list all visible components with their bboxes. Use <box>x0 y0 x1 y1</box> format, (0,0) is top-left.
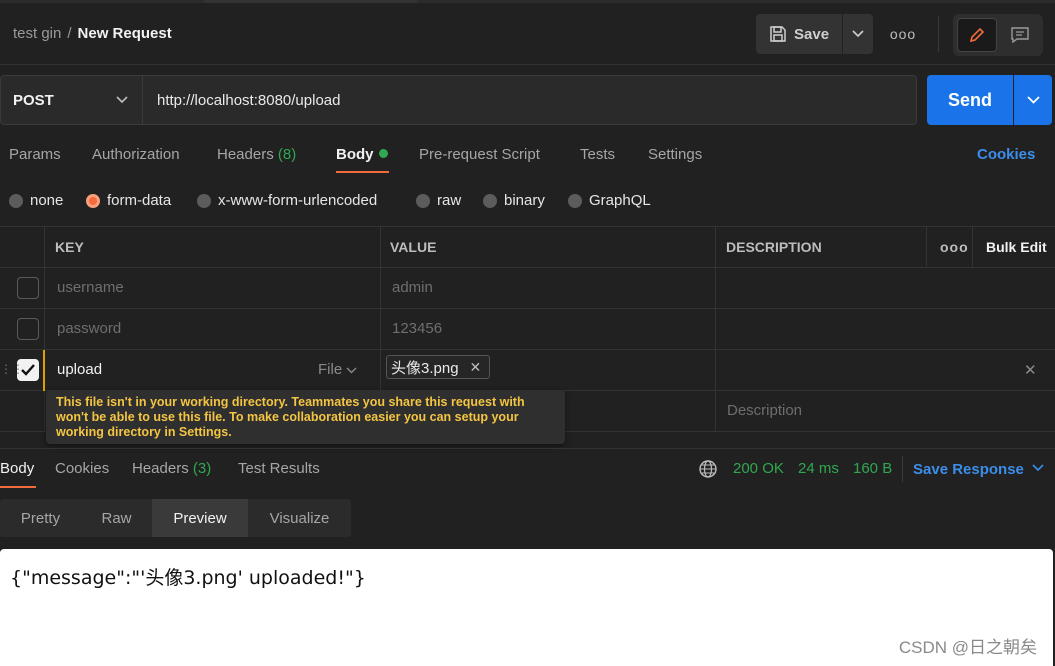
more-actions-button[interactable]: ooo <box>885 14 921 54</box>
tab-body[interactable]: Body <box>336 146 388 163</box>
column-value: VALUE <box>390 239 437 255</box>
response-tab-test-results[interactable]: Test Results <box>238 460 320 477</box>
divider <box>0 448 1055 449</box>
window-top-strip <box>0 0 1055 3</box>
radio-graphql[interactable]: GraphQL <box>568 192 651 209</box>
radio-none[interactable]: none <box>9 192 63 209</box>
chevron-down-icon <box>1026 96 1040 104</box>
response-tab-headers[interactable]: Headers (3) <box>132 460 211 477</box>
status-code[interactable]: 200 OK <box>733 460 784 477</box>
row-enable-checkbox[interactable] <box>17 277 39 299</box>
table-row: username admin <box>0 268 1055 309</box>
value-cell[interactable]: admin <box>392 279 433 296</box>
file-warning-tooltip: This file isn't in your working director… <box>46 390 565 444</box>
watermark: CSDN @日之朝矣 <box>898 638 1037 657</box>
response-tab-cookies[interactable]: Cookies <box>55 460 109 477</box>
tab-tests[interactable]: Tests <box>580 146 615 163</box>
divider <box>938 16 939 52</box>
bulk-edit-button[interactable]: Bulk Edit <box>986 239 1047 255</box>
comment-icon <box>1011 27 1029 43</box>
method-select[interactable]: POST <box>0 75 143 125</box>
radio-x-www-form-urlencoded[interactable]: x-www-form-urlencoded <box>197 192 377 209</box>
value-cell[interactable]: 123456 <box>392 320 442 337</box>
table-more-button[interactable]: ooo <box>940 239 969 255</box>
pencil-icon <box>969 27 985 43</box>
divider <box>972 226 973 268</box>
focus-indicator <box>43 350 45 391</box>
modified-dot <box>378 149 388 158</box>
divider <box>902 456 903 482</box>
table-row: upload File <box>0 350 1055 391</box>
table-row: password 123456 <box>0 309 1055 350</box>
divider <box>926 226 927 268</box>
response-tab-body[interactable]: Body <box>0 460 34 477</box>
delete-row-icon[interactable]: ✕ <box>1024 361 1037 379</box>
response-preview-pane: {"message":"'头像3.png' uploaded!"} CSDN @… <box>0 549 1053 666</box>
active-tab-indicator <box>0 486 36 488</box>
response-time[interactable]: 24 ms <box>798 460 839 477</box>
save-response-button[interactable]: Save Response <box>913 461 1024 478</box>
tab-headers[interactable]: Headers (8) <box>217 146 296 163</box>
view-pretty[interactable]: Pretty <box>0 499 81 537</box>
response-size[interactable]: 160 B <box>853 460 892 477</box>
remove-file-icon[interactable]: ✕ <box>470 359 482 376</box>
key-type-select[interactable]: File <box>318 361 357 378</box>
request-header: test gin / New Request Save ooo <box>0 10 1055 60</box>
radio-raw[interactable]: raw <box>416 192 461 209</box>
globe-icon[interactable] <box>698 459 718 479</box>
tab-params[interactable]: Params <box>9 146 61 163</box>
breadcrumb-collection[interactable]: test gin <box>13 25 61 42</box>
response-view-selector: Pretty Raw Preview Visualize <box>0 499 351 537</box>
key-cell[interactable]: password <box>57 320 121 337</box>
breadcrumb-request-name[interactable]: New Request <box>78 25 172 42</box>
column-description: DESCRIPTION <box>726 239 822 255</box>
column-key: KEY <box>55 239 84 255</box>
radio-circle <box>9 193 23 208</box>
chevron-down-icon <box>116 96 128 104</box>
view-raw[interactable]: Raw <box>81 499 152 537</box>
description-cell[interactable]: Description <box>727 402 802 419</box>
active-tab-indicator <box>336 171 389 173</box>
chevron-down-icon <box>346 367 357 374</box>
tab-prerequest-script[interactable]: Pre-request Script <box>419 146 540 163</box>
response-body-text: {"message":"'头像3.png' uploaded!"} <box>10 567 366 589</box>
view-mode-toggle <box>953 14 1043 56</box>
view-visualize[interactable]: Visualize <box>248 499 351 537</box>
send-options-button[interactable] <box>1014 75 1052 125</box>
chevron-down-icon <box>852 30 864 38</box>
key-cell[interactable]: username <box>57 279 124 296</box>
headers-count: (3) <box>192 460 212 477</box>
form-data-table-header: KEY VALUE DESCRIPTION ooo Bulk Edit <box>0 226 1055 268</box>
chevron-down-icon[interactable] <box>1032 464 1044 472</box>
radio-form-data[interactable]: form-data <box>86 192 171 209</box>
divider <box>0 64 1055 65</box>
breadcrumb: test gin / New Request <box>13 25 172 42</box>
key-cell[interactable]: upload <box>57 361 102 378</box>
url-input[interactable]: http://localhost:8080/upload <box>143 75 917 125</box>
radio-binary[interactable]: binary <box>483 192 545 209</box>
radio-circle-selected <box>86 193 100 208</box>
row-enable-checkbox[interactable] <box>17 318 39 340</box>
radio-circle <box>197 193 211 208</box>
save-icon <box>770 26 786 42</box>
save-options-button[interactable] <box>843 14 873 54</box>
tab-authorization[interactable]: Authorization <box>92 146 180 163</box>
send-button[interactable]: Send <box>927 75 1013 125</box>
save-button[interactable]: Save <box>756 14 842 54</box>
radio-circle <box>483 193 497 208</box>
headers-count: (8) <box>277 146 297 163</box>
view-preview[interactable]: Preview <box>152 499 248 537</box>
cookies-link[interactable]: Cookies <box>977 146 1035 163</box>
drag-handle-icon[interactable]: ⋮⋮ <box>0 362 24 376</box>
comment-mode-button[interactable] <box>1001 18 1039 52</box>
tab-settings[interactable]: Settings <box>648 146 702 163</box>
radio-circle <box>416 193 430 208</box>
edit-mode-button[interactable] <box>957 18 997 52</box>
radio-circle <box>568 193 582 208</box>
selected-file-chip[interactable]: 头像3.png ✕ <box>386 355 491 379</box>
